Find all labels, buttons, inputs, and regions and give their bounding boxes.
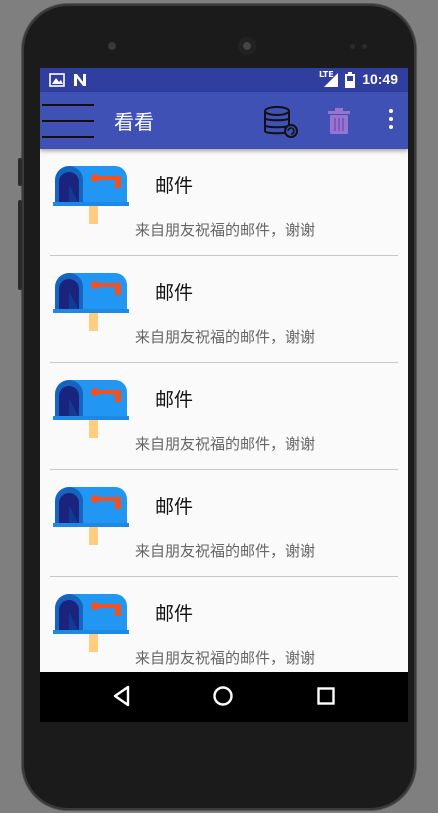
mail-list: 邮件 来自朋友祝福的邮件，谢谢 邮件 来自朋友祝福的邮件，谢谢 邮件 来自朋友祝… bbox=[40, 149, 408, 684]
list-item[interactable]: 邮件 来自朋友祝福的邮件，谢谢 bbox=[40, 577, 408, 684]
list-item[interactable]: 邮件 来自朋友祝福的邮件，谢谢 bbox=[40, 256, 408, 363]
item-description: 来自朋友祝福的邮件，谢谢 bbox=[135, 542, 316, 560]
proximity-sensor bbox=[350, 44, 355, 49]
n-notification-icon bbox=[74, 74, 86, 86]
trash-icon[interactable] bbox=[328, 108, 350, 134]
item-description: 来自朋友祝福的邮件，谢谢 bbox=[135, 435, 316, 453]
light-sensor bbox=[362, 44, 367, 49]
item-description: 来自朋友祝福的邮件，谢谢 bbox=[135, 649, 316, 667]
app-toolbar: 看看 bbox=[40, 92, 408, 149]
front-camera bbox=[108, 42, 116, 50]
mailbox-icon bbox=[53, 487, 129, 545]
app-screen: LTE 10:49 看看 邮件 来自朋友祝福的邮件，谢谢 邮件 来自朋友祝福的邮… bbox=[40, 68, 408, 722]
item-title: 邮件 bbox=[155, 389, 194, 411]
list-item[interactable]: 邮件 来自朋友祝福的邮件，谢谢 bbox=[40, 470, 408, 577]
side-button bbox=[18, 200, 22, 290]
item-title: 邮件 bbox=[155, 496, 194, 518]
list-item[interactable]: 邮件 来自朋友祝福的邮件，谢谢 bbox=[40, 149, 408, 256]
gallery-notification-icon bbox=[49, 73, 65, 87]
toolbar-title: 看看 bbox=[114, 112, 154, 134]
item-description: 来自朋友祝福的邮件，谢谢 bbox=[135, 221, 316, 239]
clock: 10:49 bbox=[362, 71, 398, 87]
system-nav-bar bbox=[40, 672, 408, 722]
recents-icon[interactable] bbox=[316, 685, 336, 707]
signal-icon bbox=[324, 73, 338, 87]
status-bar: LTE 10:49 bbox=[40, 68, 408, 92]
mailbox-icon bbox=[53, 166, 129, 224]
mailbox-icon bbox=[53, 380, 129, 438]
item-title: 邮件 bbox=[155, 282, 194, 304]
back-icon[interactable] bbox=[112, 685, 132, 707]
earpiece-speaker bbox=[238, 37, 256, 55]
mailbox-icon bbox=[53, 273, 129, 331]
volume-button bbox=[18, 158, 22, 186]
item-title: 邮件 bbox=[155, 175, 194, 197]
home-icon[interactable] bbox=[212, 685, 234, 707]
mailbox-icon bbox=[53, 594, 129, 652]
list-item[interactable]: 邮件 来自朋友祝福的邮件，谢谢 bbox=[40, 363, 408, 470]
more-vert-icon[interactable] bbox=[388, 109, 394, 131]
battery-icon bbox=[345, 72, 355, 88]
item-title: 邮件 bbox=[155, 603, 194, 625]
item-description: 来自朋友祝福的邮件，谢谢 bbox=[135, 328, 316, 346]
database-sync-icon[interactable] bbox=[262, 106, 300, 138]
hamburger-icon[interactable] bbox=[42, 104, 94, 138]
